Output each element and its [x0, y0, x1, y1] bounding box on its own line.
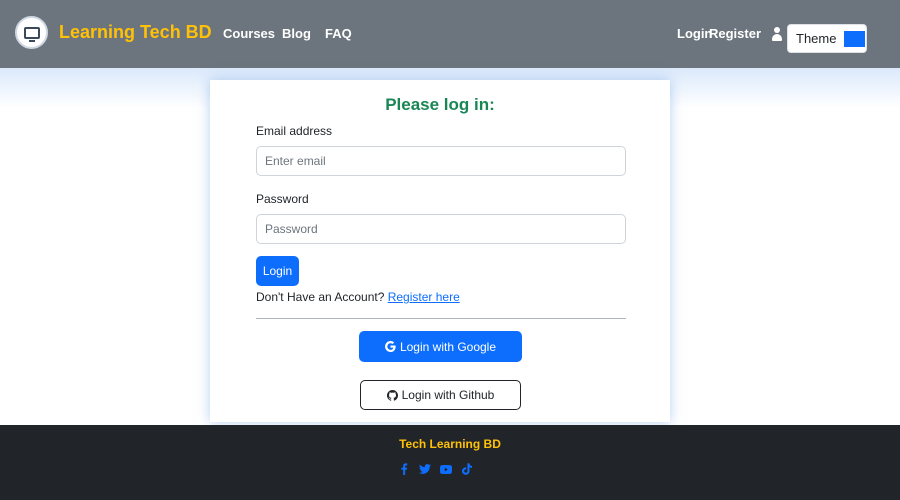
nav-link-faq[interactable]: FAQ — [325, 26, 352, 41]
divider — [256, 318, 626, 319]
register-link[interactable]: Register here — [388, 290, 460, 304]
login-card: Please log in: Email address Password Lo… — [210, 80, 670, 422]
google-login-button[interactable]: Login with Google — [359, 331, 522, 362]
nav-link-login[interactable]: Login — [677, 26, 712, 41]
footer: Tech Learning BD — [0, 425, 900, 500]
google-icon — [384, 341, 396, 352]
facebook-icon[interactable] — [398, 463, 410, 475]
email-label: Email address — [256, 124, 333, 138]
github-login-button[interactable]: Login with Github — [360, 380, 521, 410]
user-icon[interactable] — [771, 27, 783, 41]
theme-toggle-button[interactable]: Theme — [787, 24, 867, 53]
theme-label: Theme — [796, 31, 837, 46]
nav-link-blog[interactable]: Blog — [282, 26, 311, 41]
login-button[interactable]: Login — [256, 256, 299, 286]
login-title: Please log in: — [385, 95, 495, 114]
github-login-label: Login with Github — [401, 388, 495, 402]
twitter-icon[interactable] — [419, 463, 431, 475]
nav-link-courses[interactable]: Courses — [223, 26, 275, 41]
tiktok-icon[interactable] — [461, 463, 473, 475]
password-field[interactable] — [256, 214, 626, 244]
password-label: Password — [256, 192, 309, 206]
footer-title: Tech Learning BD — [399, 437, 501, 451]
register-prompt-text: Don't Have an Account? — [256, 290, 385, 304]
email-field[interactable] — [256, 146, 626, 176]
brand-logo[interactable] — [15, 16, 48, 49]
register-prompt: Don't Have an Account? Register here — [256, 290, 460, 304]
nav-link-register[interactable]: Register — [709, 26, 761, 41]
github-icon — [386, 389, 398, 401]
brand-title[interactable]: Learning Tech BD — [59, 22, 212, 43]
theme-color-swatch[interactable] — [844, 30, 866, 47]
navbar: Learning Tech BD Courses Blog FAQ Login … — [0, 0, 900, 68]
computer-icon — [23, 26, 40, 42]
google-login-label: Login with Google — [399, 339, 497, 354]
youtube-icon[interactable] — [440, 463, 452, 475]
